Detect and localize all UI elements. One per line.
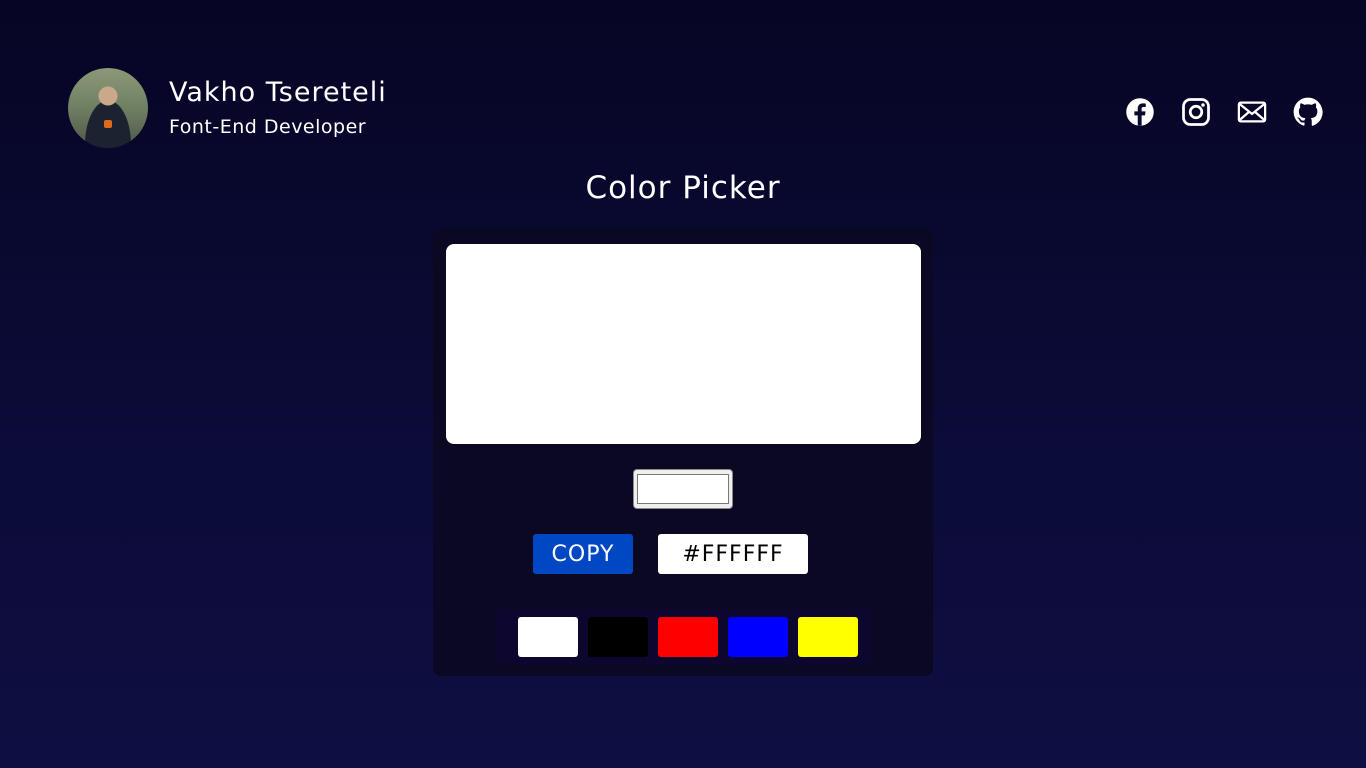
color-input[interactable] [633,469,733,509]
palette-swatch[interactable] [798,617,858,657]
profile-name: Vakho Tsereteli [169,77,387,108]
facebook-icon [1126,98,1154,126]
palette-swatch[interactable] [728,617,788,657]
social-links [1124,96,1324,128]
color-picker-card: COPY #FFFFFF [433,228,933,676]
page-title: Color Picker [585,170,781,206]
profile-text: Vakho Tsereteli Font-End Developer [169,75,387,141]
hex-value-field[interactable]: #FFFFFF [658,534,808,574]
profile: Vakho Tsereteli Font-End Developer [68,68,387,148]
color-preview [446,244,921,444]
instagram-link[interactable] [1180,96,1212,128]
palette-swatch[interactable] [518,617,578,657]
profile-role: Font-End Developer [169,116,367,138]
mail-link[interactable] [1236,96,1268,128]
github-link[interactable] [1292,96,1324,128]
preset-palette [496,609,871,665]
facebook-link[interactable] [1124,96,1156,128]
copy-button[interactable]: COPY [533,534,633,574]
instagram-icon [1182,98,1210,126]
github-icon [1293,97,1323,126]
mail-icon [1237,101,1267,123]
palette-swatch[interactable] [658,617,718,657]
palette-swatch[interactable] [588,617,648,657]
color-input-swatch [637,474,729,504]
avatar [68,68,148,148]
header: Vakho Tsereteli Font-End Developer [68,68,1326,148]
